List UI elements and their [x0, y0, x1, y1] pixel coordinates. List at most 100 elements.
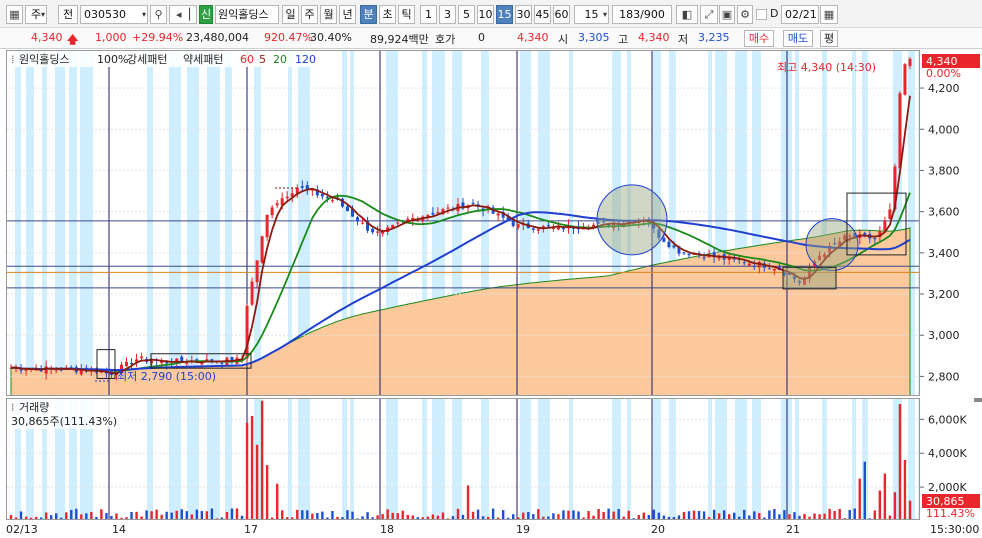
minute-3[interactable]: 3 [439, 5, 456, 24]
volume-bar [883, 473, 887, 519]
volume-bar [386, 509, 389, 519]
speaker-icon[interactable]: ◂▕ [169, 5, 197, 24]
scope-select[interactable]: 전 [58, 5, 78, 24]
period-second[interactable]: 초 [379, 5, 396, 24]
volume-bar [627, 510, 630, 519]
period-month[interactable]: 월 [320, 5, 337, 24]
price-tick-label: 3,400 [928, 247, 960, 260]
period-week[interactable]: 주 [301, 5, 318, 24]
candle-body [275, 203, 279, 206]
volume-bar [783, 510, 786, 519]
volume-bar [753, 511, 756, 519]
market-select[interactable]: 주 ▾ [25, 5, 47, 24]
d-checkbox-label: D [770, 7, 779, 20]
search-icon[interactable]: ⚲ [150, 5, 167, 24]
save-icon[interactable]: ▣ [719, 5, 735, 24]
pattern-circle [805, 218, 859, 272]
chart-menu-icon[interactable]: ⁞ [11, 53, 15, 66]
indicator-icon[interactable]: ◧ [676, 5, 698, 24]
grid-icon[interactable]: ▦ [6, 5, 23, 24]
volume-bar [200, 511, 204, 519]
volume-bar [316, 513, 319, 519]
candle-body [667, 241, 671, 248]
session-stripe [422, 399, 427, 519]
volume-bar [145, 510, 148, 519]
volume-tick-label: 4,000K [928, 447, 967, 460]
volume-chart[interactable]: ⁞ 거래량 30,865주(111.43%) [7, 399, 920, 520]
period-second-label: 초 [382, 8, 393, 21]
x-axis-label: 19 [516, 523, 530, 536]
volume-bar [491, 508, 495, 519]
period-day[interactable]: 일 [282, 5, 299, 24]
bar-count[interactable]: 183/900 [612, 5, 672, 24]
session-stripe [432, 399, 445, 519]
candle-body [702, 257, 706, 259]
minute-1[interactable]: 1 [420, 5, 437, 24]
volume-bar [527, 511, 530, 519]
volume-bar [577, 511, 580, 519]
volume-bar [296, 509, 299, 519]
volume-bar [165, 511, 168, 519]
candle-body [672, 245, 676, 248]
eval-button[interactable]: 평 [820, 30, 838, 47]
date-input[interactable]: 02/21 [781, 5, 819, 24]
high-label: 고 [618, 33, 629, 46]
session-stripe [708, 399, 712, 519]
axis-labels: 4,200 4,000 3,800 3,600 3,400 3,200 3,000 2,800… [920, 54, 982, 520]
hoga-value: 0 [478, 31, 485, 44]
volume-bar [331, 511, 334, 519]
legend-stock-name: 원익홀딩스 [19, 53, 70, 66]
session-stripe [225, 51, 232, 395]
candle-body [536, 229, 540, 231]
price-chart-pane[interactable]: ⁞ 원익홀딩스 100% 강세패턴 약세패턴 60 5 20 120 최고 4,… [6, 50, 920, 396]
stock-code-input[interactable]: 030530 ▾ [80, 5, 148, 24]
interval-select[interactable]: 15 ▾ [574, 5, 609, 24]
volume-bar [562, 510, 565, 519]
chevron-down-icon[interactable]: ▾ [142, 6, 146, 23]
minute-10[interactable]: 10 [477, 5, 494, 24]
buy-button[interactable]: 매수 [744, 30, 774, 47]
calendar-icon[interactable]: ▦ [820, 5, 838, 24]
x-axis-label: 21 [786, 523, 800, 536]
minute-60[interactable]: 60 [553, 5, 570, 24]
minute-30[interactable]: 30 [515, 5, 532, 24]
pane-resize-icon [974, 398, 982, 402]
price-tick-label: 4,200 [928, 82, 960, 95]
session-stripe [735, 399, 747, 519]
low-annotation: 최저 2,790 (15:00) [117, 370, 216, 383]
d-checkbox[interactable] [756, 9, 767, 20]
stock-name-field[interactable]: 원익홀딩스 [215, 5, 279, 24]
sell-button[interactable]: 매도 [783, 30, 813, 47]
session-stripe [207, 399, 220, 519]
candle-body [903, 64, 907, 95]
period-tick[interactable]: 틱 [398, 5, 415, 24]
period-year[interactable]: 년 [339, 5, 356, 24]
volume-bar [396, 513, 399, 519]
candle-body [130, 362, 134, 365]
volume-bar [180, 509, 183, 519]
candle-body [531, 228, 535, 230]
candle-body [687, 253, 691, 256]
minute-45[interactable]: 45 [534, 5, 551, 24]
price-chart[interactable]: ⁞ 원익홀딩스 100% 강세패턴 약세패턴 60 5 20 120 최고 4,… [7, 51, 920, 396]
open-price: 3,305 [578, 31, 610, 44]
candle-body [883, 220, 887, 231]
price-tick-label: 2,800 [928, 370, 960, 383]
up-arrow-icon: 🡅 [67, 33, 79, 46]
candle-body [325, 196, 329, 198]
candle-body [220, 362, 224, 364]
volume-bar [572, 510, 575, 519]
period-minute[interactable]: 분 [360, 5, 377, 24]
draw-tool-icon[interactable]: ⤢ [700, 5, 718, 24]
minute-5[interactable]: 5 [458, 5, 475, 24]
candle-body [265, 214, 269, 238]
volume-bar [65, 512, 68, 519]
minute-15[interactable]: 15 [496, 5, 513, 24]
candle-body [908, 58, 912, 66]
price-tick-label: 3,000 [928, 329, 960, 342]
gear-icon[interactable]: ⚙ [737, 5, 753, 24]
volume-bar [848, 509, 851, 519]
volume-menu-icon[interactable]: ⁞ [11, 401, 15, 414]
session-stripe [169, 399, 181, 519]
volume-chart-pane[interactable]: ⁞ 거래량 30,865주(111.43%) [6, 398, 920, 520]
